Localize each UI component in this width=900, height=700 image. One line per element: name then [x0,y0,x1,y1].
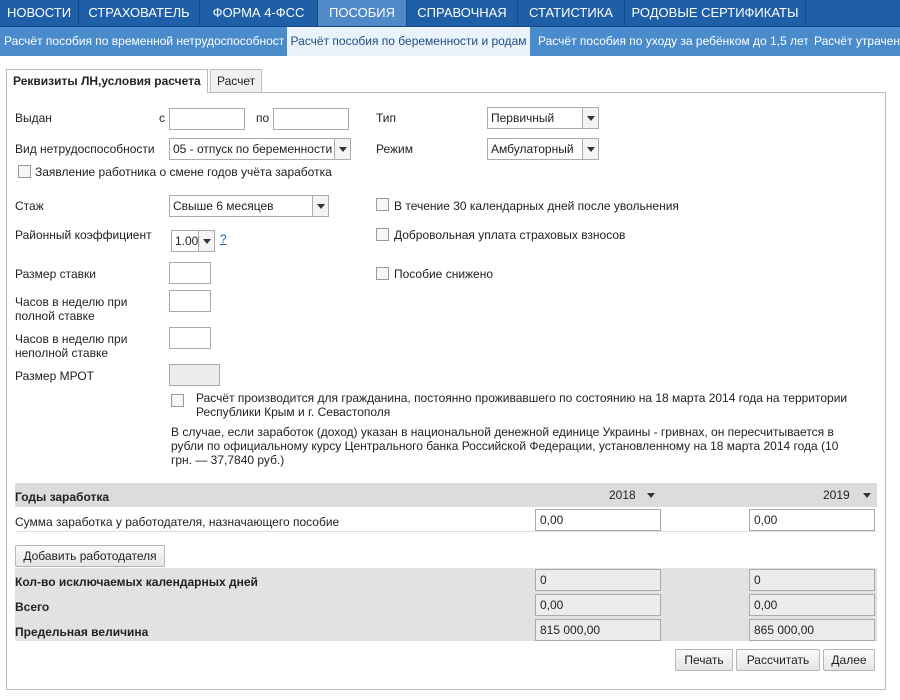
hours-full-input[interactable] [169,290,211,312]
chevron-down-icon [198,231,214,251]
regional-coef-select[interactable]: 1.00 [171,230,215,252]
type-value: Первичный [491,111,555,125]
excluded-days-2-value: 0 [749,569,875,591]
chevron-down-icon [858,485,874,505]
after-dismissal-label: В течение 30 календарных дней после увол… [394,199,679,213]
mode-label: Режим [376,142,413,156]
nav-statistics[interactable]: СТАТИСТИКА [518,0,625,26]
type-select[interactable]: Первичный [487,107,599,129]
limit-2-value: 865 000,00 [749,619,875,641]
limit-label: Предельная величина [15,625,149,639]
nav-reference[interactable]: СПРАВОЧНАЯ [407,0,518,26]
excluded-days-1-value: 0 [535,569,661,591]
chevron-down-icon [582,108,598,128]
chevron-down-icon [312,196,328,216]
change-years-label: Заявление работника о смене годов учёта … [35,165,332,179]
rate-label: Размер ставки [15,267,96,281]
experience-select[interactable]: Свыше 6 месяцев [169,195,329,217]
divider [15,531,877,532]
year1-select[interactable]: 2018 [605,484,659,506]
mrot-input [169,364,220,386]
crimea-note: В случае, если заработок (доход) указан … [171,425,839,467]
top-navigation: НОВОСТИ СТРАХОВАТЕЛЬ ФОРМА 4-ФСС ПОСОБИЯ… [0,0,900,27]
experience-label: Стаж [15,199,44,213]
tab-calculation[interactable]: Расчет [210,69,263,92]
voluntary-contributions-checkbox[interactable] [376,228,389,241]
change-years-checkbox[interactable] [18,165,31,178]
issued-from-input[interactable] [169,108,245,130]
nav-form-4fss[interactable]: ФОРМА 4-ФСС [200,0,318,26]
disability-type-label: Вид нетрудоспособности [15,142,155,156]
crimea-checkbox[interactable] [171,394,184,407]
subnav-temporary-disability[interactable]: Расчёт пособия по временной нетрудоспосо… [4,27,284,56]
mrot-label: Размер МРОТ [15,369,94,383]
experience-value: Свыше 6 месяцев [173,199,274,213]
crimea-label: Расчёт производится для гражданина, пост… [196,391,848,419]
print-button[interactable]: Печать [675,649,733,671]
nav-benefits[interactable]: ПОСОБИЯ [318,0,407,26]
year2-select[interactable]: 2019 [819,484,875,506]
nav-insurer[interactable]: СТРАХОВАТЕЛЬ [79,0,200,26]
limit-1-value: 815 000,00 [535,619,661,641]
nav-birth-certificates[interactable]: РОДОВЫЕ СЕРТИФИКАТЫ [625,0,806,26]
total-label: Всего [15,600,50,614]
hours-part-input[interactable] [169,327,211,349]
earnings-years-label: Годы заработка [15,490,110,504]
mode-value: Амбулаторный [491,142,574,156]
reduced-benefit-checkbox[interactable] [376,267,389,280]
subnav-lost-earnings[interactable]: Расчёт утраченного [814,27,900,56]
mode-select[interactable]: Амбулаторный [487,138,599,160]
rate-input[interactable] [169,262,211,284]
regional-coef-label: Районный коэффициент [15,228,152,242]
sub-navigation: Расчёт пособия по временной нетрудоспосо… [0,27,900,56]
chevron-down-icon [642,485,658,505]
excluded-days-label: Кол-во исключаемых календарных дней [15,575,258,589]
issued-to-input[interactable] [273,108,349,130]
type-label: Тип [376,111,397,125]
earnings-sum-1-input[interactable]: 0,00 [535,509,661,531]
hours-full-label: Часов в неделю при полной ставке [15,295,128,323]
form-panel: Выдан с по Тип Первичный Вид нетрудоспос… [6,92,886,690]
total-2-value: 0,00 [749,594,875,616]
chevron-down-icon [334,139,350,159]
to-label: по [256,111,270,125]
issued-label: Выдан [15,111,52,125]
hours-part-label: Часов в неделю при неполной ставке [15,332,128,360]
nav-news[interactable]: НОВОСТИ [0,0,79,26]
help-link[interactable]: ? [220,232,227,246]
subnav-maternity[interactable]: Расчёт пособия по беременности и родам [287,27,530,56]
total-1-value: 0,00 [535,594,661,616]
earnings-sum-2-input[interactable]: 0,00 [749,509,875,531]
reduced-benefit-label: Пособие снижено [394,267,494,281]
earnings-years-header [15,483,877,507]
tab-requisites[interactable]: Реквизиты ЛН,условия расчета [6,69,208,93]
calculate-button[interactable]: Рассчитать [736,649,820,671]
earnings-sum-label: Сумма заработка у работодателя, назначаю… [15,515,340,529]
next-button[interactable]: Далее [823,649,875,671]
after-dismissal-checkbox[interactable] [376,198,389,211]
chevron-down-icon [582,139,598,159]
from-label: с [159,111,165,125]
voluntary-contributions-label: Добровольная уплата страховых взносов [394,228,626,242]
add-employer-button[interactable]: Добавить работодателя [15,545,165,567]
disability-type-select[interactable]: 05 - отпуск по беременности и [169,138,351,160]
subnav-childcare[interactable]: Расчёт пособия по уходу за ребёнком до 1… [538,27,808,56]
disability-type-value: 05 - отпуск по беременности и [173,142,343,156]
